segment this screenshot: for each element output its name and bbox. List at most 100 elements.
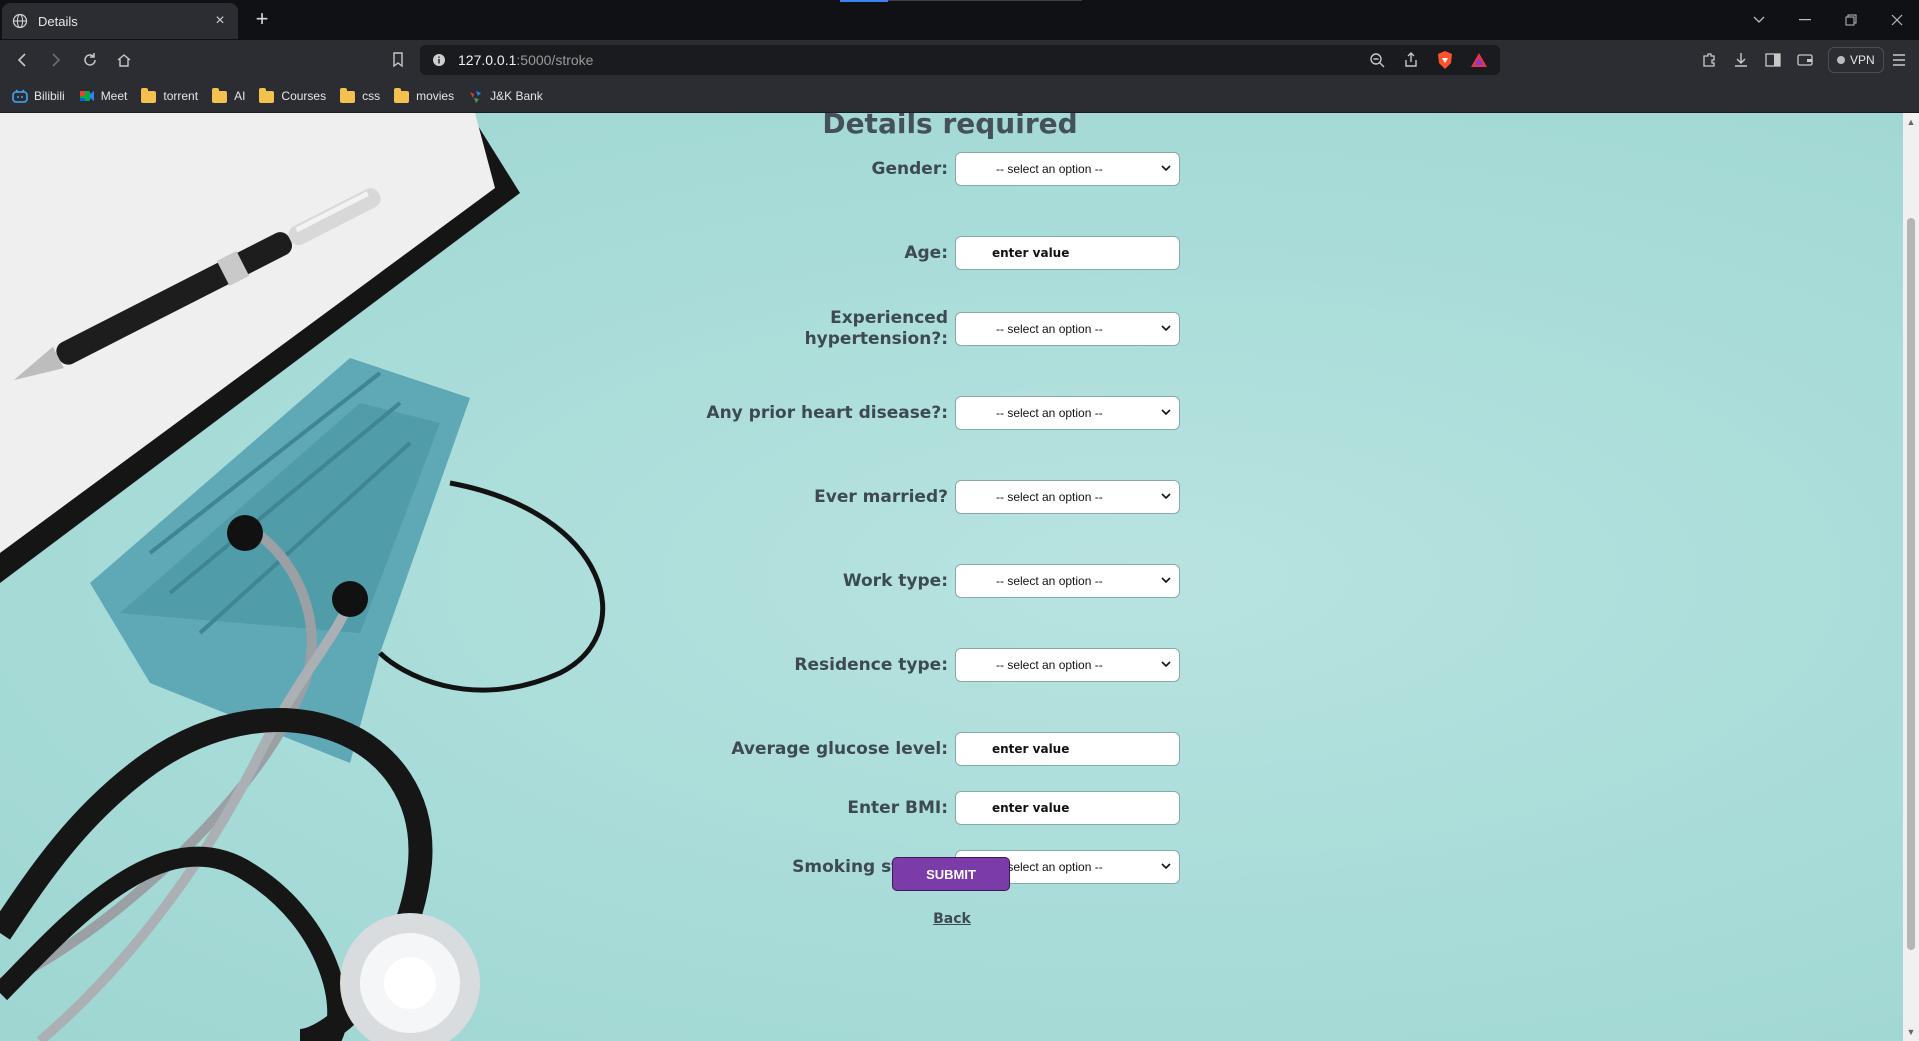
share-icon[interactable] (1400, 49, 1422, 71)
hypertension-label: Experienced hypertension?: (798, 308, 948, 349)
url-text: 127.0.0.1:5000/stroke (458, 52, 593, 68)
loading-track (888, 0, 1082, 1)
ever-married-select[interactable]: -- select an option -- (955, 480, 1180, 514)
home-icon[interactable] (112, 48, 136, 72)
bookmark-folder-ai[interactable]: AI (212, 88, 246, 103)
back-link[interactable]: Back (900, 911, 1004, 927)
bookmarks-bar: Bilibili Meet torrent AI Courses css mov… (0, 80, 1919, 113)
url-path: :5000/stroke (516, 52, 594, 68)
form-row-bmi: Enter BMI: enter value (600, 788, 1180, 828)
ever-married-label: Ever married? (814, 486, 948, 507)
vpn-button[interactable]: VPN (1828, 47, 1884, 73)
bookmark-meet[interactable]: Meet (79, 89, 128, 103)
bookmark-bilibili[interactable]: Bilibili (12, 89, 65, 103)
loading-indicator (840, 0, 888, 2)
download-icon[interactable] (1729, 48, 1753, 72)
residence-type-label: Residence type: (794, 654, 948, 675)
scroll-down-icon[interactable]: ▼ (1906, 1027, 1916, 1037)
folder-icon (212, 88, 228, 103)
bookmark-label: css (362, 89, 381, 103)
bookmark-folder-courses[interactable]: Courses (259, 88, 326, 103)
folder-icon (259, 88, 275, 103)
form-row-hypertension: Experienced hypertension?: -- select an … (600, 308, 1180, 349)
scrollbar-thumb[interactable] (1907, 218, 1915, 950)
address-bar[interactable]: 127.0.0.1:5000/stroke (420, 45, 1500, 75)
select-value: -- select an option -- (996, 574, 1103, 588)
bookmark-label: J&K Bank (490, 89, 543, 103)
forward-arrow-icon[interactable] (44, 48, 68, 72)
form-row-work-type: Work type: -- select an option -- (600, 561, 1180, 601)
browser-toolbar: 127.0.0.1:5000/stroke VPN (0, 40, 1919, 80)
work-type-select[interactable]: -- select an option -- (955, 564, 1180, 598)
zoom-out-icon[interactable] (1366, 49, 1388, 71)
wallet-icon[interactable] (1793, 48, 1817, 72)
chevron-down-icon (1161, 863, 1171, 870)
tab-details[interactable]: Details × (2, 3, 238, 39)
chevron-down-icon (1161, 577, 1171, 584)
bilibili-icon (12, 89, 28, 103)
form-row-smoking-status: Smoking status: -- select an option -- (600, 847, 1180, 887)
select-value: -- select an option -- (996, 322, 1103, 336)
chevron-down-icon (1161, 493, 1171, 500)
vpn-status-icon (1837, 56, 1845, 64)
bookmark-icon[interactable] (386, 48, 410, 72)
residence-type-select[interactable]: -- select an option -- (955, 648, 1180, 682)
new-tab-icon[interactable]: + (250, 8, 274, 32)
form-row-residence-type: Residence type: -- select an option -- (600, 645, 1180, 685)
select-value: -- select an option -- (996, 162, 1103, 176)
select-value: -- select an option -- (996, 406, 1103, 420)
form-row-age: Age: enter value (600, 233, 1180, 273)
restore-icon[interactable] (1839, 8, 1863, 32)
brave-rewards-icon[interactable] (1468, 49, 1490, 71)
menu-icon[interactable] (1887, 48, 1911, 72)
tab-search-icon[interactable] (1747, 8, 1771, 32)
gender-select[interactable]: -- select an option -- (955, 152, 1180, 186)
bmi-input[interactable]: enter value (955, 791, 1180, 825)
heart-disease-select[interactable]: -- select an option -- (955, 396, 1180, 430)
chevron-down-icon (1161, 409, 1171, 416)
bmi-label: Enter BMI: (847, 797, 948, 818)
heart-disease-label: Any prior heart disease?: (706, 402, 948, 423)
chevron-down-icon (1161, 325, 1171, 332)
brave-shields-icon[interactable] (1434, 49, 1456, 71)
page-title: Details required (822, 113, 1078, 140)
bookmark-label: torrent (163, 89, 199, 103)
folder-icon (394, 88, 410, 103)
url-host: 127.0.0.1 (458, 52, 517, 68)
form-row-gender: Gender: -- select an option -- (600, 149, 1180, 189)
glucose-label: Average glucose level: (731, 738, 948, 759)
jk-bank-icon (470, 91, 482, 103)
scroll-up-icon[interactable]: ▲ (1906, 117, 1916, 127)
page-viewport: Details required Gender: -- select an op… (0, 113, 1903, 1041)
bookmark-label: movies (416, 89, 455, 103)
bookmark-folder-movies[interactable]: movies (394, 88, 455, 103)
reload-icon[interactable] (78, 48, 102, 72)
sidebar-icon[interactable] (1761, 48, 1785, 72)
folder-icon (340, 88, 356, 103)
bookmark-folder-css[interactable]: css (340, 88, 381, 103)
tab-bar: Details × + (0, 0, 1919, 40)
gender-label: Gender: (871, 158, 948, 179)
bookmark-label: AI (234, 89, 246, 103)
tab-title: Details (38, 13, 78, 29)
bookmark-jk-bank[interactable]: J&K Bank (468, 89, 543, 103)
submit-button[interactable]: SUBMIT (892, 857, 1010, 891)
extensions-icon[interactable] (1697, 48, 1721, 72)
bookmark-folder-torrent[interactable]: torrent (141, 88, 199, 103)
vpn-label: VPN (1850, 53, 1875, 67)
form-row-heart-disease: Any prior heart disease?: -- select an o… (600, 393, 1180, 433)
glucose-input[interactable]: enter value (955, 732, 1180, 766)
site-info-icon[interactable] (432, 53, 446, 67)
close-window-icon[interactable] (1885, 8, 1909, 32)
minimize-icon[interactable] (1793, 8, 1817, 32)
close-tab-icon[interactable]: × (212, 12, 228, 29)
chevron-down-icon (1161, 165, 1171, 172)
bookmark-label: Meet (100, 89, 128, 103)
form-row-glucose: Average glucose level: enter value (600, 729, 1180, 769)
page-scrollbar[interactable]: ▲ ▼ (1903, 113, 1919, 1041)
age-input[interactable]: enter value (955, 236, 1180, 270)
back-arrow-icon[interactable] (10, 48, 34, 72)
form-row-ever-married: Ever married? -- select an option -- (600, 477, 1180, 517)
hypertension-select[interactable]: -- select an option -- (955, 312, 1180, 346)
chevron-down-icon (1161, 661, 1171, 668)
